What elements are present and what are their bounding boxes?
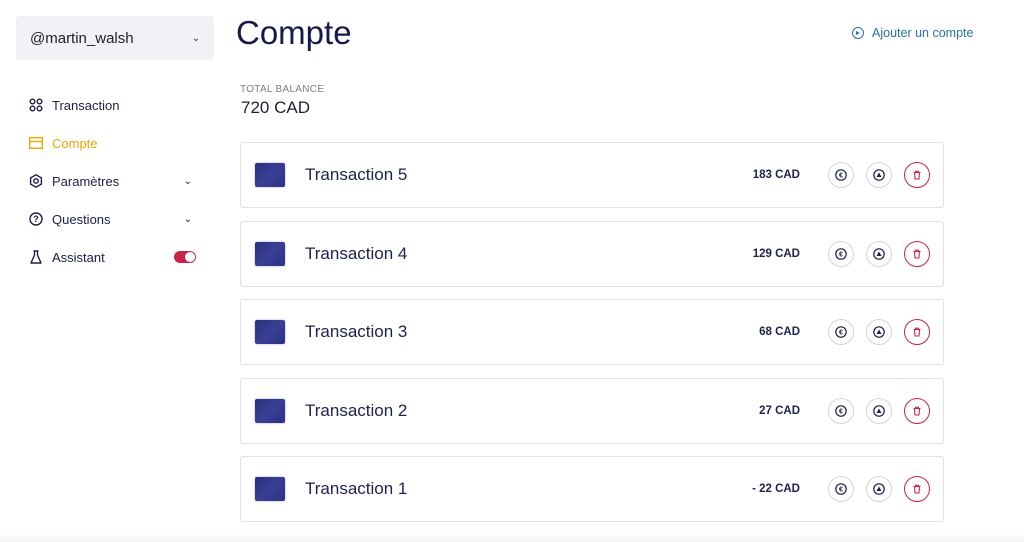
transaction-title: Transaction 2 [305, 400, 408, 420]
transaction-title: Transaction 3 [305, 322, 408, 341]
layout-icon [28, 135, 44, 151]
share-icon [873, 483, 885, 495]
euro-icon: € [835, 247, 847, 260]
delete-button[interactable] [904, 319, 930, 345]
card-icon [255, 241, 285, 266]
share-button[interactable] [866, 240, 892, 267]
chevron-down-icon: ⌄ [183, 175, 192, 187]
page-title: Compte [236, 14, 352, 51]
euro-button[interactable]: € [828, 476, 854, 502]
trash-icon [913, 170, 921, 180]
share-icon [873, 326, 885, 338]
share-button[interactable] [866, 162, 892, 188]
trash-icon [913, 327, 921, 337]
list-item[interactable]: Transaction 4 129 CAD € [240, 220, 944, 287]
add-account-link[interactable]: Ajouter un compte [852, 26, 973, 40]
help-icon: ? [28, 211, 44, 227]
sidebar-item-compte[interactable]: Compte [28, 124, 198, 162]
transaction-amount: 68 CAD [759, 326, 800, 338]
share-button[interactable] [866, 319, 892, 345]
list-item[interactable]: Transaction 1 - 22 CAD € [240, 456, 944, 522]
share-button[interactable] [866, 476, 892, 502]
sidebar-item-transaction[interactable]: Transaction [28, 86, 198, 124]
trash-icon [913, 406, 921, 416]
share-icon [873, 169, 885, 181]
svg-text:€: € [839, 487, 843, 494]
sidebar-item-parametres[interactable]: Paramètres ⌄ [28, 162, 198, 200]
svg-text:€: € [839, 251, 843, 258]
card-icon [255, 477, 285, 501]
euro-button[interactable]: € [828, 319, 854, 345]
delete-button[interactable] [904, 397, 930, 424]
card-icon [255, 320, 285, 344]
list-item[interactable]: Transaction 2 27 CAD € [240, 377, 944, 444]
transaction-amount: 129 CAD [752, 247, 800, 260]
grid-icon [28, 97, 44, 113]
flask-icon [28, 249, 44, 265]
delete-button[interactable] [904, 240, 930, 267]
transaction-title: Transaction 5 [305, 165, 408, 184]
transaction-amount: 27 CAD [759, 404, 800, 417]
chevron-down-icon: ⌄ [183, 213, 192, 225]
svg-text:€: € [839, 330, 843, 337]
sidebar-item-label: Transaction [52, 97, 120, 113]
euro-button[interactable]: € [828, 162, 854, 188]
svg-text:€: € [839, 173, 843, 180]
play-circle-icon [852, 27, 864, 39]
sidebar-item-label: Compte [52, 135, 98, 151]
sidebar-nav: Transaction Compte Paramètres ⌄ ? Questi… [28, 86, 198, 276]
chevron-down-icon: ⌄ [191, 32, 200, 44]
account-selector[interactable]: @martin_walsh ⌄ [16, 16, 214, 60]
delete-button[interactable] [904, 476, 930, 502]
sidebar-item-label: Questions [52, 211, 111, 227]
card-icon [255, 163, 285, 187]
sidebar-item-questions[interactable]: ? Questions ⌄ [28, 200, 198, 238]
delete-button[interactable] [904, 162, 930, 188]
gear-icon [28, 173, 44, 189]
svg-text:?: ? [33, 214, 39, 224]
total-balance-value: 720 CAD [241, 98, 310, 117]
assistant-toggle[interactable] [174, 251, 196, 263]
list-item[interactable]: Transaction 3 68 CAD € [240, 299, 944, 365]
svg-text:€: € [839, 408, 843, 415]
total-balance-label: TOTAL BALANCE [240, 84, 325, 95]
sidebar-item-label: Assistant [52, 249, 105, 265]
transaction-list: Transaction 5 183 CAD € Transaction 4 12… [240, 142, 944, 535]
share-button[interactable] [866, 397, 892, 424]
transaction-title: Transaction 1 [305, 479, 408, 498]
trash-icon [913, 249, 921, 259]
bottom-divider [0, 534, 1024, 542]
sidebar-item-assistant[interactable]: Assistant [28, 238, 198, 276]
sidebar-item-label: Paramètres [52, 173, 120, 189]
euro-button[interactable]: € [828, 397, 854, 424]
euro-icon: € [835, 483, 847, 495]
euro-icon: € [835, 169, 847, 181]
card-icon [255, 398, 285, 423]
share-icon [873, 404, 885, 417]
transaction-title: Transaction 4 [305, 243, 408, 263]
sidebar: @martin_walsh ⌄ Transaction Compte Param… [0, 0, 228, 542]
transaction-amount: 183 CAD [752, 169, 800, 181]
transaction-amount: - 22 CAD [752, 483, 800, 495]
add-account-label: Ajouter un compte [872, 26, 974, 40]
list-item[interactable]: Transaction 5 183 CAD € [240, 142, 944, 208]
share-icon [873, 247, 885, 260]
account-handle: @martin_walsh [30, 29, 134, 47]
trash-icon [913, 484, 921, 494]
euro-icon: € [835, 404, 847, 417]
euro-button[interactable]: € [828, 240, 854, 267]
euro-icon: € [835, 326, 847, 338]
